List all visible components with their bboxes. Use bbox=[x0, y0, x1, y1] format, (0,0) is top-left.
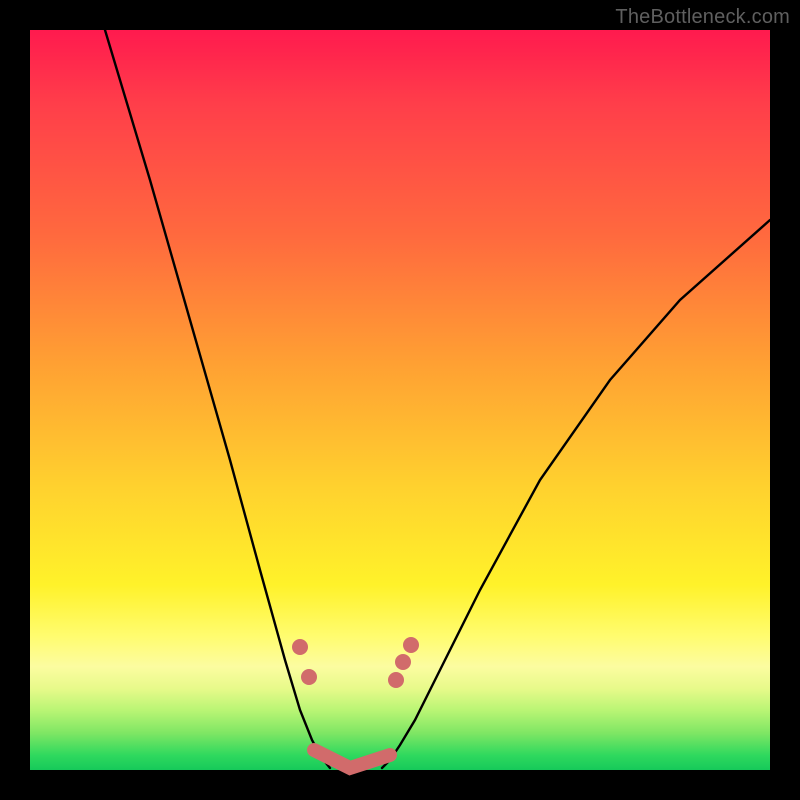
highlight-dots-left bbox=[292, 639, 317, 685]
highlight-dots-right bbox=[388, 637, 419, 688]
optimal-range-stroke bbox=[314, 750, 390, 768]
highlight-dot bbox=[395, 654, 411, 670]
highlight-dot bbox=[301, 669, 317, 685]
curve-right bbox=[382, 220, 770, 768]
highlight-dot bbox=[292, 639, 308, 655]
highlight-dot bbox=[403, 637, 419, 653]
curve-left bbox=[105, 30, 330, 768]
watermark-text: TheBottleneck.com bbox=[615, 6, 790, 29]
highlight-dot bbox=[388, 672, 404, 688]
curve-overlay bbox=[30, 30, 770, 770]
